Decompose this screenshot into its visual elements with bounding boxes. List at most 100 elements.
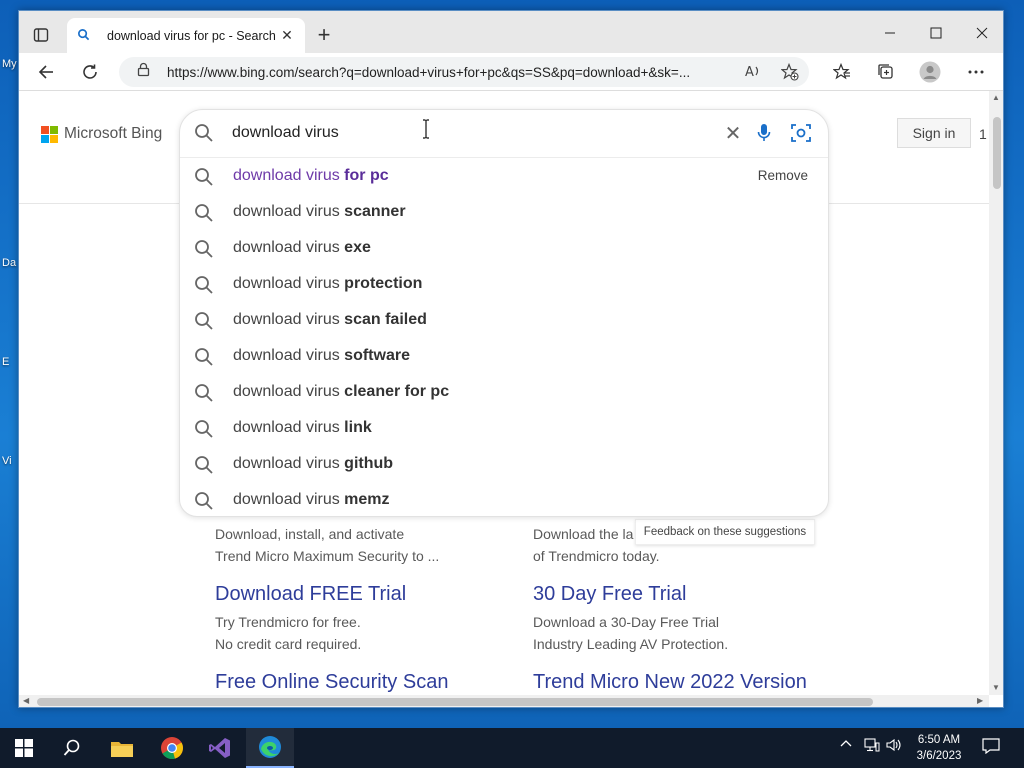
clock-time: 6:50 AM — [917, 734, 961, 746]
suggestion-item[interactable]: download virus scanner — [180, 194, 828, 230]
visual-search-icon[interactable] — [790, 122, 812, 149]
search-icon — [194, 419, 214, 444]
sign-in-button[interactable]: Sign in — [897, 118, 971, 148]
system-clock[interactable]: 6:50 AM 3/6/2023 — [908, 732, 970, 764]
search-icon — [194, 455, 214, 480]
search-icon[interactable] — [48, 728, 96, 768]
suggestion-item[interactable]: download virus memz — [180, 482, 828, 516]
suggestion-item[interactable]: download virus software — [180, 338, 828, 374]
svg-text:A: A — [745, 65, 754, 79]
microsoft-logo-icon — [41, 125, 58, 143]
search-input[interactable]: download virus — [232, 124, 339, 142]
search-icon — [194, 167, 214, 192]
taskbar: 6:50 AM 3/6/2023 — [0, 728, 1024, 768]
visual-studio-icon[interactable] — [196, 728, 244, 768]
tab-bar: download virus for pc - Search ✕ + — [19, 11, 1003, 53]
suggestion-text: download virus link — [233, 419, 372, 436]
suggestion-text: download virus for pc — [233, 167, 389, 184]
bing-logo[interactable]: Microsoft Bing — [41, 125, 162, 143]
notifications-icon[interactable] — [982, 738, 1000, 757]
more-options-icon[interactable] — [961, 58, 991, 86]
minimize-icon[interactable] — [867, 19, 913, 47]
scroll-down-arrow-icon[interactable]: ▼ — [992, 683, 1000, 692]
suggestion-item[interactable]: download virus link — [180, 410, 828, 446]
result-snippet: Download a 30-Day Free Trial — [533, 614, 719, 630]
suggestion-text: download virus protection — [233, 275, 423, 292]
address-bar[interactable]: https://www.bing.com/search?q=download+v… — [119, 57, 809, 87]
browser-toolbar: https://www.bing.com/search?q=download+v… — [19, 53, 1003, 91]
result-link[interactable]: Trend Micro New 2022 Version — [533, 671, 807, 694]
lock-icon[interactable] — [137, 62, 153, 82]
scrollbar-thumb[interactable] — [37, 698, 873, 706]
suggestion-text: download virus scanner — [233, 203, 406, 220]
search-icon — [194, 383, 214, 408]
suggestion-item[interactable]: download virus for pc Remove — [180, 158, 828, 194]
new-tab-button[interactable]: + — [311, 23, 337, 49]
desktop-icon-label[interactable]: My — [2, 58, 17, 70]
search-icon — [194, 311, 214, 336]
suggestion-text: download virus exe — [233, 239, 371, 256]
result-link[interactable]: Download FREE Trial — [215, 583, 406, 606]
suggestion-item[interactable]: download virus protection — [180, 266, 828, 302]
close-window-icon[interactable] — [959, 19, 1003, 47]
desktop-icon-label[interactable]: Vi — [2, 455, 12, 467]
search-icon — [194, 239, 214, 264]
scroll-up-arrow-icon[interactable]: ▲ — [992, 93, 1000, 102]
file-explorer-icon[interactable] — [98, 728, 146, 768]
horizontal-scrollbar[interactable]: ◀ ▶ — [19, 695, 989, 707]
search-icon — [194, 491, 214, 516]
network-icon[interactable] — [864, 738, 880, 755]
suggestion-item[interactable]: download virus scan failed — [180, 302, 828, 338]
scrollbar-thumb[interactable] — [993, 117, 1001, 189]
volume-icon[interactable] — [886, 738, 902, 755]
result-snippet: Trend Micro Maximum Security to ... — [215, 548, 440, 564]
scroll-right-arrow-icon[interactable]: ▶ — [977, 696, 983, 705]
suggestion-item[interactable]: download virus exe — [180, 230, 828, 266]
collections-icon[interactable] — [871, 58, 901, 86]
microphone-icon[interactable] — [756, 122, 772, 149]
rewards-count[interactable]: 1 — [979, 126, 987, 142]
feedback-link[interactable]: Feedback on these suggestions — [635, 519, 815, 545]
refresh-icon[interactable] — [75, 58, 105, 86]
result-link[interactable]: Free Online Security Scan — [215, 671, 448, 694]
result-snippet: Download, install, and activate — [215, 526, 405, 542]
search-autosuggest-box: download virus ✕ download virus for pc R… — [179, 109, 829, 517]
suggestion-item[interactable]: download virus github — [180, 446, 828, 482]
profile-avatar-icon[interactable] — [915, 58, 945, 86]
result-snippet: Download the la — [533, 526, 634, 542]
search-icon — [194, 123, 214, 148]
suggestion-item[interactable]: download virus cleaner for pc — [180, 374, 828, 410]
desktop-icon-label[interactable]: Da — [2, 257, 16, 269]
suggestion-text: download virus scan failed — [233, 311, 427, 328]
vertical-scrollbar[interactable]: ▲ ▼ — [989, 91, 1003, 695]
add-favorite-icon[interactable] — [780, 62, 801, 81]
remove-suggestion-button[interactable]: Remove — [758, 168, 808, 183]
browser-window: download virus for pc - Search ✕ + https… — [18, 10, 1004, 708]
maximize-icon[interactable] — [913, 19, 959, 47]
chevron-up-icon[interactable] — [840, 738, 852, 753]
edge-icon[interactable] — [246, 728, 294, 768]
chrome-icon[interactable] — [148, 728, 196, 768]
result-snippet: Try Trendmicro for free. — [215, 614, 361, 630]
result-snippet: Industry Leading AV Protection. — [533, 636, 729, 652]
result-snippet: of Trendmicro today. — [533, 548, 660, 564]
favorites-icon[interactable] — [827, 58, 857, 86]
start-icon[interactable] — [0, 728, 48, 768]
search-icon — [77, 28, 93, 44]
back-arrow-icon[interactable] — [31, 58, 61, 86]
desktop-icon-label[interactable]: E — [2, 356, 9, 368]
clock-date: 3/6/2023 — [916, 750, 962, 762]
scroll-left-arrow-icon[interactable]: ◀ — [23, 696, 29, 705]
suggestion-text: download virus cleaner for pc — [233, 383, 450, 400]
search-icon — [194, 347, 214, 372]
desktop: My Da E Vi download virus for pc - Searc… — [0, 0, 1024, 728]
close-tab-icon[interactable]: ✕ — [279, 27, 295, 44]
tab-actions-icon[interactable] — [27, 22, 55, 48]
text-cursor-icon — [421, 119, 431, 139]
url-text: https://www.bing.com/search?q=download+v… — [167, 64, 691, 80]
read-aloud-icon[interactable]: A — [745, 63, 765, 81]
suggestion-text: download virus memz — [233, 491, 390, 508]
result-link[interactable]: 30 Day Free Trial — [533, 583, 686, 606]
tab-active[interactable]: download virus for pc - Search ✕ — [67, 18, 305, 53]
clear-search-icon[interactable]: ✕ — [722, 121, 744, 146]
